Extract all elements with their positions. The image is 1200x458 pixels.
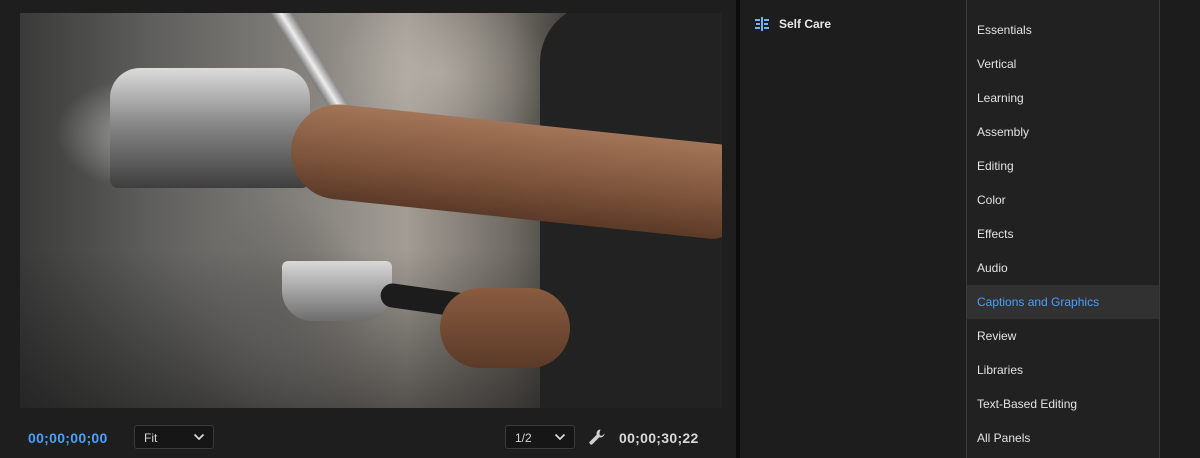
workspace-vertical[interactable]: Vertical (967, 47, 1159, 81)
sequence-name: Self Care (779, 17, 832, 31)
zoom-level-dropdown[interactable]: Fit (134, 425, 214, 449)
chevron-down-icon (193, 433, 205, 441)
workspace-learning[interactable]: Learning (967, 81, 1159, 115)
espresso-machine-shape (110, 68, 310, 188)
barista-hand-shape (440, 288, 570, 368)
playback-resolution-value: 1/2 (515, 431, 532, 445)
workspace-effects[interactable]: Effects (967, 217, 1159, 251)
program-monitor: 00;00;00;00 Fit 1/2 00;00;30;22 (0, 0, 736, 458)
workspace-all-panels[interactable]: All Panels (967, 421, 1159, 455)
wrench-icon[interactable] (588, 428, 606, 446)
sequence-duration-timecode: 00;00;30;22 (619, 430, 699, 446)
workspace-essentials[interactable]: Essentials (967, 13, 1159, 47)
portafilter-shape (282, 261, 392, 321)
monitor-controls: 00;00;00;00 Fit 1/2 00;00;30;22 (0, 418, 736, 458)
workspace-review[interactable]: Review (967, 319, 1159, 353)
zoom-level-value: Fit (144, 431, 158, 445)
project-panel: Self Care (740, 0, 966, 458)
workspace-color[interactable]: Color (967, 183, 1159, 217)
workspace-audio[interactable]: Audio (967, 251, 1159, 285)
workspace-text-based-editing[interactable]: Text-Based Editing (967, 387, 1159, 421)
right-panel-strip (1160, 0, 1200, 458)
chevron-down-icon (554, 433, 566, 441)
workspace-libraries[interactable]: Libraries (967, 353, 1159, 387)
workspace-captions-and-graphics[interactable]: Captions and Graphics (967, 285, 1159, 319)
playhead-timecode[interactable]: 00;00;00;00 (28, 430, 108, 446)
workspaces-menu: Essentials Vertical Learning Assembly Ed… (966, 0, 1160, 458)
sequence-icon (755, 17, 769, 31)
video-preview[interactable] (20, 13, 722, 408)
workspace-assembly[interactable]: Assembly (967, 115, 1159, 149)
sequence-item[interactable]: Self Care (754, 14, 831, 34)
workspace-editing[interactable]: Editing (967, 149, 1159, 183)
playback-resolution-dropdown[interactable]: 1/2 (505, 425, 575, 449)
